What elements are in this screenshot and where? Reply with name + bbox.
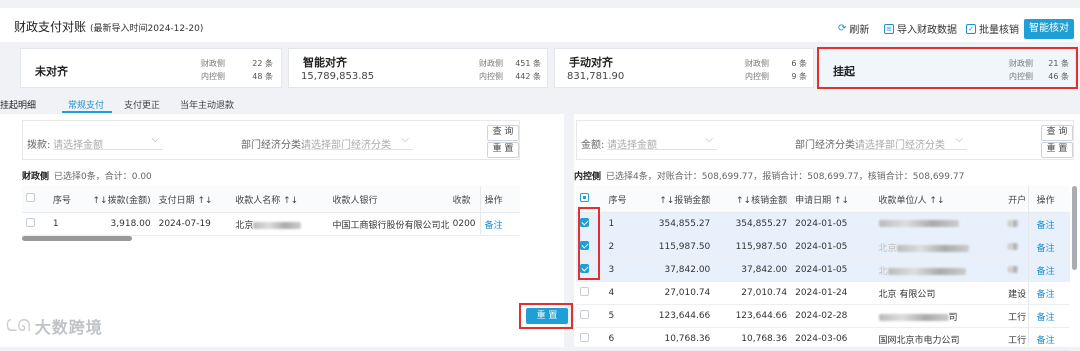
column-divider <box>480 186 481 234</box>
refresh-icon: ⟳ <box>838 23 847 34</box>
watermark-logo-icon: ᘇᘏ <box>6 316 31 335</box>
table-header: 序号 ↑↓报销金额 ↑↓核销金额 申请日期 ↑↓ 收款单位/人 ↑↓ 开户 操作 <box>576 186 1070 213</box>
table-row[interactable]: 1 3,918.00 2024-07-19 北京 中国工商银行股份有限公司北京 … <box>22 212 520 236</box>
chevron-down-icon: ⌵ <box>401 134 409 145</box>
redacted-text <box>253 221 302 229</box>
table-row[interactable]: 1 354,855.27 354,855.27 2024-01-05 备注 <box>576 212 1070 236</box>
row-checkbox[interactable] <box>26 218 35 227</box>
detail-tabs: 挂起明细 常规支付 支付更正 当年主动退款 <box>0 92 1080 114</box>
smart-check-button[interactable]: 智能核对 <box>1024 19 1074 39</box>
chevron-down-icon: ⌵ <box>151 134 159 145</box>
horizontal-scrollbar[interactable] <box>22 236 132 241</box>
chevron-down-icon: ⌵ <box>955 134 963 145</box>
highlight-box-checkboxes <box>578 207 600 280</box>
query-button[interactable]: 查 询 <box>1041 125 1073 141</box>
redacted-text <box>887 267 966 275</box>
left-panel: 拨款: 请选择金额 ⌵ 部门经济分类: 请选择部门经济分类 ⌵ 查 询 重 置 … <box>0 114 564 347</box>
econ-class-select[interactable]: 请选择部门经济分类 ⌵ <box>855 131 967 151</box>
internal-side-label: 内控侧 <box>574 172 602 182</box>
page-header: 财政支付对账 (最新导入时间2024-12-20) ⟳ 刷新 ≡ 导入财政数据 ✓ 批… <box>0 8 1080 42</box>
remark-link[interactable]: 备注 <box>480 212 520 236</box>
import-finance-button[interactable]: ≡ 导入财政数据 <box>884 21 957 36</box>
remark-link[interactable]: 备注 <box>1032 212 1070 236</box>
highlight-box-reset <box>519 303 573 329</box>
right-panel: 金额: 请选择金额 ⌵ 部门经济分类: 请选择部门经济分类 ⌵ 查 询 重 置 … <box>574 114 1080 351</box>
select-all-checkbox[interactable] <box>580 193 589 202</box>
tab-refund[interactable]: 当年主动退款 <box>180 98 234 111</box>
tab-regular-payment[interactable]: 常规支付 <box>68 98 104 111</box>
card-title: 未对齐 <box>35 65 68 78</box>
redacted-text <box>878 313 949 321</box>
table-header: 序号 ↑↓拨款(金额) 支付日期 ↑↓ 收款人名称 ↑↓ 收款人银行 收款 操作 <box>22 186 520 213</box>
tab-payment-correction[interactable]: 支付更正 <box>124 98 160 111</box>
remark-link[interactable]: 备注 <box>1032 281 1070 305</box>
redacted-text <box>878 220 959 227</box>
card-manual-aligned[interactable]: 手动对齐 831,781.90 财政侧 6 条 内控侧 9 条 <box>554 48 814 88</box>
tabs-label: 挂起明细 <box>0 101 37 111</box>
card-title: 手动对齐 <box>569 56 613 69</box>
card-unaligned[interactable]: 未对齐 财政侧 22 条 内控侧 48 条 <box>20 48 282 88</box>
row-checkbox[interactable] <box>580 287 589 296</box>
remark-link[interactable]: 备注 <box>1032 258 1070 282</box>
redacted-text <box>1008 220 1019 227</box>
finance-table: 序号 ↑↓拨款(金额) 支付日期 ↑↓ 收款人名称 ↑↓ 收款人银行 收款 操作… <box>22 186 520 236</box>
left-filter-box: 拨款: 请选择金额 ⌵ 部门经济分类: 请选择部门经济分类 ⌵ 查 询 重 置 <box>22 120 520 160</box>
finance-side-label: 财政侧 <box>22 172 50 182</box>
watermark: ᘇᘏ 大数跨境 <box>6 316 103 337</box>
internal-table: 序号 ↑↓报销金额 ↑↓核销金额 申请日期 ↑↓ 收款单位/人 ↑↓ 开户 操作… <box>576 186 1070 351</box>
finance-side-summary: 已选择0条，合计：0.00 <box>54 172 152 182</box>
remark-link[interactable]: 备注 <box>1032 327 1070 351</box>
table-row[interactable]: 2 115,987.50 115,987.50 2024-01-05 北京 备注 <box>576 235 1070 259</box>
table-row[interactable]: 5 123,644.66 123,644.66 2024-02-28 司 工行 … <box>576 304 1070 328</box>
card-value: 831,781.90 <box>567 71 625 82</box>
internal-side-summary: 已选择4条，对账合计：508,699.77，报销合计：508,699.77，核销… <box>606 172 965 182</box>
column-divider <box>1028 186 1029 346</box>
reset-button[interactable]: 重 置 <box>1041 142 1073 158</box>
redacted-text <box>1008 266 1019 273</box>
page-title: 财政支付对账 <box>14 20 87 34</box>
redacted-text <box>1008 243 1019 250</box>
card-smart-aligned[interactable]: 智能对齐 15,789,853.85 财政侧 451 条 内控侧 442 条 <box>288 48 548 88</box>
select-all-checkbox[interactable] <box>26 193 35 202</box>
reset-button[interactable]: 重 置 <box>487 142 519 158</box>
econ-class-select[interactable]: 请选择部门经济分类 ⌵ <box>301 131 413 151</box>
remark-link[interactable]: 备注 <box>1032 235 1070 259</box>
chevron-down-icon: ⌵ <box>705 134 713 145</box>
checklist-icon: ✓ <box>966 23 976 34</box>
table-row[interactable]: 6 10,768.36 10,768.36 2024-03-06 国网北京市电力… <box>576 327 1070 351</box>
remark-link[interactable]: 备注 <box>1032 304 1070 328</box>
row-checkbox[interactable] <box>580 310 589 319</box>
document-icon: ≡ <box>884 23 894 34</box>
redacted-text <box>896 244 969 252</box>
card-title: 智能对齐 <box>303 56 347 69</box>
table-row[interactable]: 3 37,842.00 37,842.00 2024-01-05 北 备注 <box>576 258 1070 282</box>
card-value: 15,789,853.85 <box>301 71 375 82</box>
highlight-box-suspended <box>817 47 1078 89</box>
query-button[interactable]: 查 询 <box>487 125 519 141</box>
active-tab-indicator <box>62 111 112 113</box>
allocation-amount-select[interactable]: 请选择金额 ⌵ <box>53 131 163 151</box>
import-time: (最新导入时间2024-12-20) <box>90 24 204 34</box>
refresh-button[interactable]: ⟳ 刷新 <box>838 21 869 36</box>
vertical-scrollbar[interactable] <box>1072 186 1077 270</box>
table-row[interactable]: 4 27,010.74 27,010.74 2024-01-24 北京 有限公司… <box>576 281 1070 305</box>
row-checkbox[interactable] <box>580 333 589 342</box>
amount-select[interactable]: 请选择金额 ⌵ <box>607 131 717 151</box>
right-filter-box: 金额: 请选择金额 ⌵ 部门经济分类: 请选择部门经济分类 ⌵ 查 询 重 置 <box>576 120 1074 160</box>
batch-writeoff-button[interactable]: ✓ 批量核销 <box>966 21 1019 36</box>
